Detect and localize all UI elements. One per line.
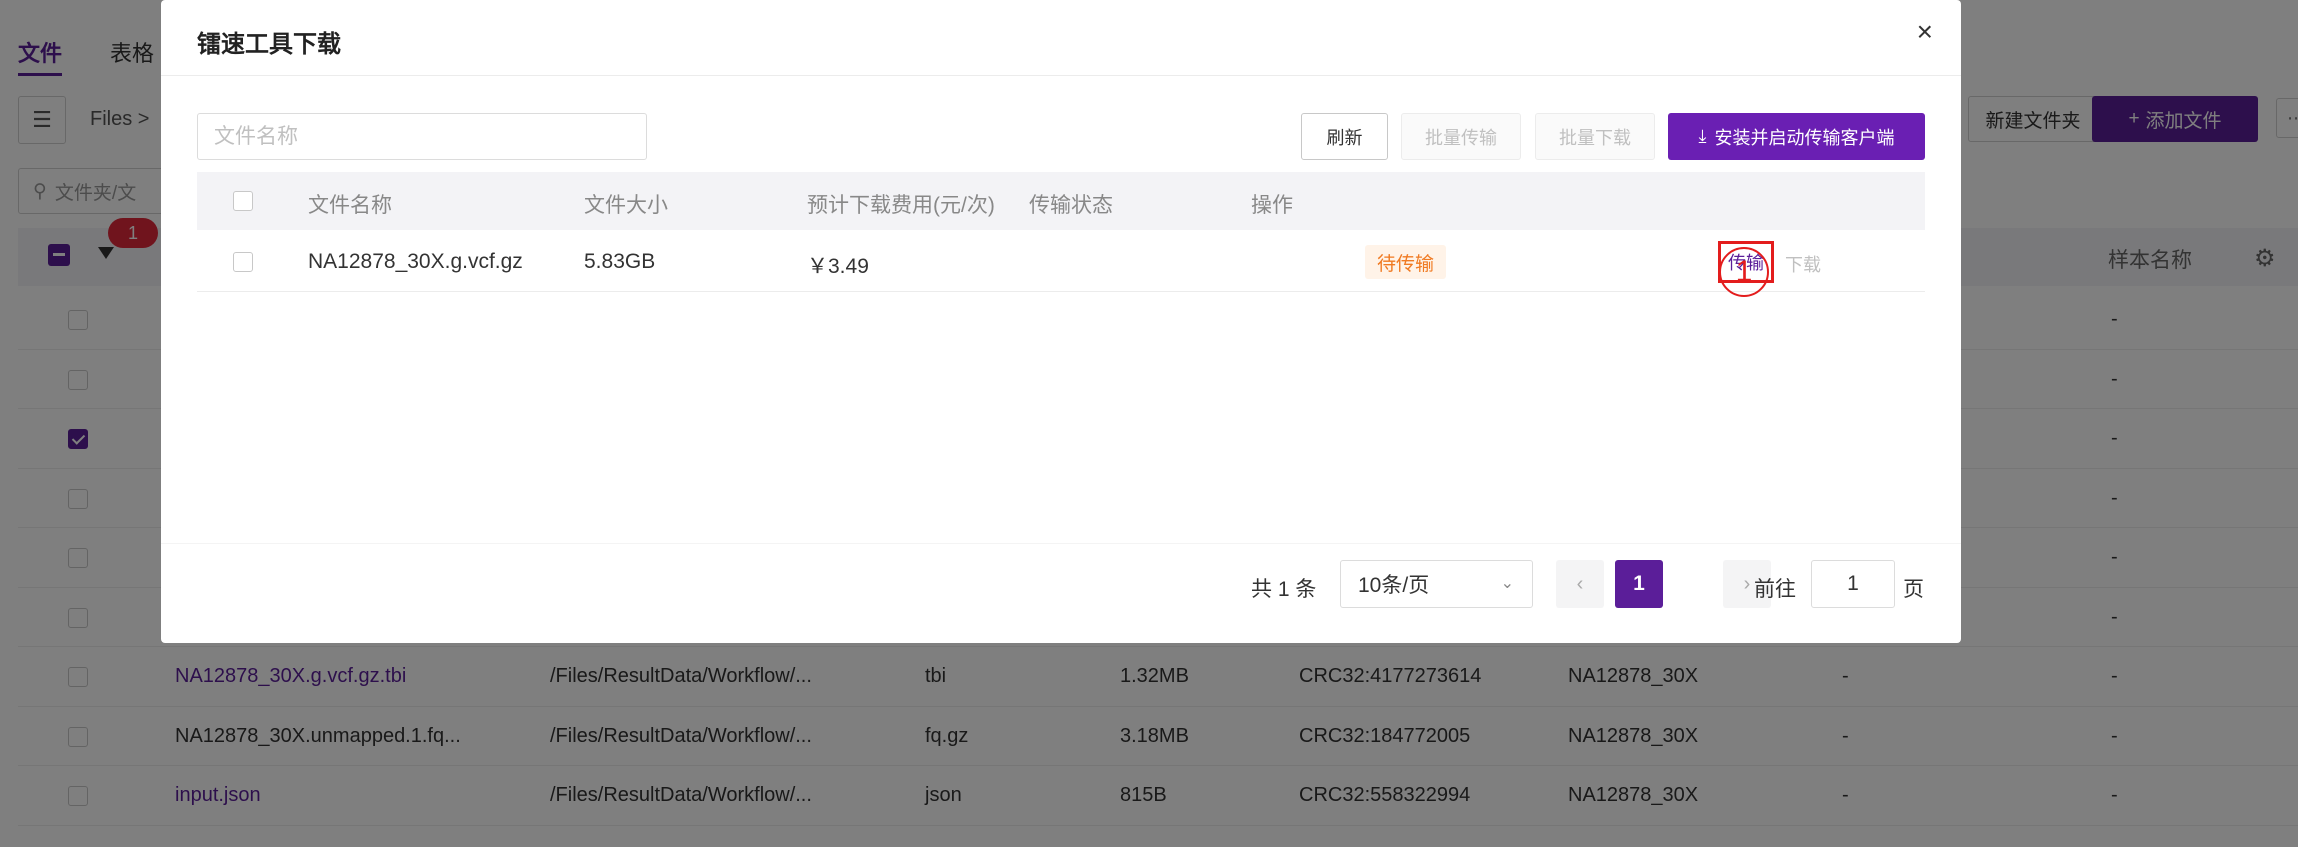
- column-header-fee: 预计下载费用(元/次): [807, 194, 995, 217]
- modal-select-all-checkbox[interactable]: [233, 191, 253, 211]
- chevron-down-icon: ⌄: [1500, 575, 1514, 592]
- install-client-button[interactable]: ⤓ 安装并启动传输客户端: [1668, 113, 1925, 160]
- column-header-file-size: 文件大小: [584, 194, 668, 217]
- prev-page-button[interactable]: ‹: [1556, 560, 1604, 608]
- total-count: 共 1 条: [1251, 578, 1317, 601]
- goto-label: 前往: [1754, 578, 1796, 601]
- goto-page-input[interactable]: [1811, 560, 1895, 608]
- page-number-current[interactable]: 1: [1615, 560, 1663, 608]
- file-name-search-input[interactable]: [197, 113, 647, 160]
- step-annotation: 1: [1719, 247, 1769, 297]
- cell-fee: ￥3.49: [807, 255, 869, 278]
- row-checkbox[interactable]: [233, 252, 253, 272]
- cell-file-name: NA12878_30X.g.vcf.gz: [308, 250, 523, 273]
- download-icon: ⤓: [1698, 126, 1707, 146]
- status-badge: 待传输: [1365, 245, 1447, 279]
- goto-unit: 页: [1903, 578, 1924, 601]
- modal-table-header: 文件名称 文件大小 预计下载费用(元/次) 传输状态 操作: [197, 172, 1925, 230]
- modal-title: 镭速工具下载: [197, 31, 341, 58]
- column-header-actions: 操作: [1251, 194, 1293, 217]
- download-button[interactable]: 下载: [1785, 251, 1821, 277]
- modal-footer: [161, 543, 1961, 643]
- column-header-file-name: 文件名称: [308, 194, 392, 217]
- chevron-left-icon: ‹: [1576, 572, 1584, 595]
- page-size-value: 10条/页: [1358, 574, 1430, 597]
- install-client-label: 安装并启动传输客户端: [1714, 127, 1895, 148]
- modal-header: 镭速工具下载 ×: [161, 0, 1961, 76]
- chevron-right-icon: ›: [1743, 572, 1751, 595]
- cell-file-size: 5.83GB: [584, 250, 656, 273]
- close-icon[interactable]: ×: [1917, 18, 1933, 46]
- batch-download-button[interactable]: 批量下载: [1535, 113, 1655, 160]
- batch-transfer-button[interactable]: 批量传输: [1401, 113, 1521, 160]
- table-row: NA12878_30X.g.vcf.gz 5.83GB ￥3.49 待传输 传输…: [197, 232, 1925, 292]
- column-header-status: 传输状态: [1029, 194, 1113, 217]
- refresh-button[interactable]: 刷新: [1301, 113, 1388, 160]
- page-size-select[interactable]: 10条/页 ⌄: [1340, 560, 1533, 608]
- download-tool-modal: 镭速工具下载 × 刷新 批量传输 批量下载 ⤓ 安装并启动传输客户端 文件名称 …: [161, 0, 1961, 643]
